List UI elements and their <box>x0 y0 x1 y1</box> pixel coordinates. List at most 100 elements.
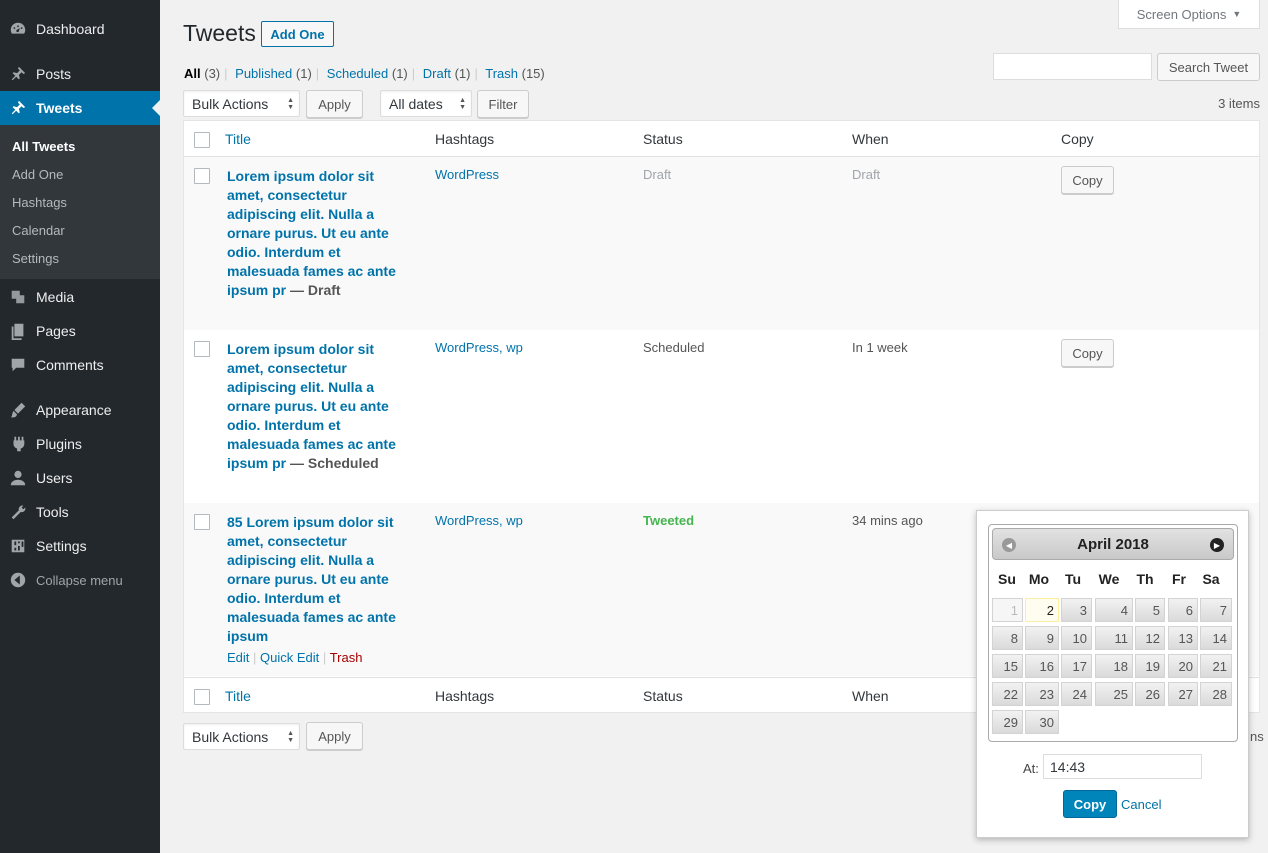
column-title[interactable]: Title <box>225 131 251 147</box>
row-title[interactable]: Lorem ipsum dolor sit amet, consectetur … <box>227 167 412 300</box>
submenu-all-tweets[interactable]: All Tweets <box>12 139 75 154</box>
menu-plugins[interactable]: Plugins <box>0 427 160 461</box>
menu-tools[interactable]: Tools <box>0 495 160 529</box>
table-header: Title Hashtags Status When Copy <box>184 121 1259 157</box>
row-hashtags[interactable]: WordPress, wp <box>435 340 523 355</box>
screen-options-button[interactable]: Screen Options ▼ <box>1118 0 1260 29</box>
calendar-day[interactable]: 10 <box>1061 626 1092 650</box>
row-hashtags[interactable]: WordPress, wp <box>435 513 523 528</box>
menu-pages[interactable]: Pages <box>0 314 160 348</box>
calendar-day[interactable]: 8 <box>992 626 1023 650</box>
column-hashtags: Hashtags <box>435 131 495 147</box>
calendar-day[interactable]: 28 <box>1200 682 1232 706</box>
calendar-day[interactable]: 18 <box>1095 654 1133 678</box>
calendar-day[interactable]: 29 <box>992 710 1023 734</box>
calendar-day[interactable]: 21 <box>1200 654 1232 678</box>
calendar-day[interactable]: 25 <box>1095 682 1133 706</box>
edit-link[interactable]: Edit <box>227 650 249 665</box>
menu-settings[interactable]: Settings <box>0 529 160 563</box>
view-scheduled[interactable]: Scheduled <box>327 66 388 81</box>
submenu-calendar[interactable]: Calendar <box>12 223 65 238</box>
view-scheduled-count: (1) <box>391 66 408 81</box>
row-checkbox[interactable] <box>194 341 210 357</box>
menu-posts[interactable]: Posts <box>0 57 160 91</box>
calendar-day[interactable]: 22 <box>992 682 1023 706</box>
select-arrows-icon: ▲ ▼ <box>287 97 294 111</box>
column-title[interactable]: Title <box>225 688 251 704</box>
view-all[interactable]: All <box>184 66 201 81</box>
day-of-week-label: Sa <box>1202 571 1220 587</box>
apply-button[interactable]: Apply <box>306 90 363 118</box>
next-month-icon[interactable]: ▶ <box>1210 538 1224 552</box>
select-all-checkbox[interactable] <box>194 689 210 705</box>
menu-appearance[interactable]: Appearance <box>0 393 160 427</box>
calendar-day[interactable]: 4 <box>1095 598 1133 622</box>
submenu-add-one[interactable]: Add One <box>12 167 63 182</box>
apply-button-bottom[interactable]: Apply <box>306 722 363 750</box>
row-state: — Scheduled <box>286 455 379 471</box>
select-arrows-icon: ▲ ▼ <box>287 730 294 744</box>
row-hashtags[interactable]: WordPress <box>435 167 499 182</box>
calendar-day[interactable]: 2 <box>1025 598 1059 622</box>
calendar-day[interactable]: 16 <box>1025 654 1059 678</box>
filter-button[interactable]: Filter <box>477 90 529 118</box>
row-title[interactable]: 85 Lorem ipsum dolor sit amet, consectet… <box>227 513 412 646</box>
add-one-button[interactable]: Add One <box>261 21 334 47</box>
menu-comments[interactable]: Comments <box>0 348 160 382</box>
calendar-day[interactable]: 6 <box>1168 598 1198 622</box>
view-published-count: (1) <box>295 66 312 81</box>
column-status: Status <box>643 131 683 147</box>
calendar-day[interactable]: 7 <box>1200 598 1232 622</box>
plugin-icon <box>0 435 36 453</box>
calendar-day[interactable]: 24 <box>1061 682 1092 706</box>
row-title[interactable]: Lorem ipsum dolor sit amet, consectetur … <box>227 340 412 473</box>
view-published[interactable]: Published <box>235 66 292 81</box>
submenu-hashtags[interactable]: Hashtags <box>12 195 67 210</box>
row-checkbox[interactable] <box>194 514 210 530</box>
column-hashtags: Hashtags <box>435 688 495 704</box>
calendar-day[interactable]: 15 <box>992 654 1023 678</box>
calendar-day[interactable]: 27 <box>1168 682 1198 706</box>
calendar-day[interactable]: 14 <box>1200 626 1232 650</box>
row-checkbox[interactable] <box>194 168 210 184</box>
calendar-day[interactable]: 1 <box>992 598 1023 622</box>
bulk-actions-value: Bulk Actions <box>192 95 269 112</box>
calendar-day[interactable]: 12 <box>1135 626 1165 650</box>
calendar-day[interactable]: 30 <box>1025 710 1059 734</box>
time-input[interactable] <box>1043 754 1202 779</box>
menu-media[interactable]: Media <box>0 280 160 314</box>
row-when: Draft <box>852 167 881 182</box>
copy-button[interactable]: Copy <box>1061 166 1114 194</box>
view-trash[interactable]: Trash <box>485 66 518 81</box>
search-input[interactable] <box>993 53 1152 80</box>
calendar-day[interactable]: 3 <box>1061 598 1092 622</box>
menu-users[interactable]: Users <box>0 461 160 495</box>
search-tweet-button[interactable]: Search Tweet <box>1157 53 1260 81</box>
calendar-day[interactable]: 5 <box>1135 598 1165 622</box>
calendar-day[interactable]: 20 <box>1168 654 1198 678</box>
quick-edit-link[interactable]: Quick Edit <box>260 650 319 665</box>
copy-confirm-button[interactable]: Copy <box>1063 790 1117 818</box>
calendar-day[interactable]: 23 <box>1025 682 1059 706</box>
calendar-day[interactable]: 13 <box>1168 626 1198 650</box>
calendar-day[interactable]: 9 <box>1025 626 1059 650</box>
menu-posts-label: Posts <box>36 66 72 82</box>
menu-tweets-label: Tweets <box>36 100 83 116</box>
calendar-day[interactable]: 26 <box>1135 682 1165 706</box>
view-draft[interactable]: Draft <box>423 66 451 81</box>
collapse-menu[interactable]: Collapse menu <box>0 563 160 597</box>
cancel-link[interactable]: Cancel <box>1121 797 1161 812</box>
trash-link[interactable]: Trash <box>330 650 363 665</box>
copy-button[interactable]: Copy <box>1061 339 1114 367</box>
calendar-day[interactable]: 17 <box>1061 654 1092 678</box>
pin-icon <box>0 65 36 83</box>
bulk-actions-select-bottom[interactable]: Bulk Actions ▲ ▼ <box>183 723 300 750</box>
select-all-checkbox[interactable] <box>194 132 210 148</box>
calendar-day[interactable]: 11 <box>1095 626 1133 650</box>
menu-tweets[interactable]: Tweets <box>0 91 160 125</box>
calendar-day[interactable]: 19 <box>1135 654 1165 678</box>
bulk-actions-select[interactable]: Bulk Actions ▲ ▼ <box>183 90 300 117</box>
dates-select[interactable]: All dates ▲ ▼ <box>380 90 472 117</box>
submenu-settings[interactable]: Settings <box>12 251 59 266</box>
menu-dashboard[interactable]: Dashboard <box>0 12 160 46</box>
